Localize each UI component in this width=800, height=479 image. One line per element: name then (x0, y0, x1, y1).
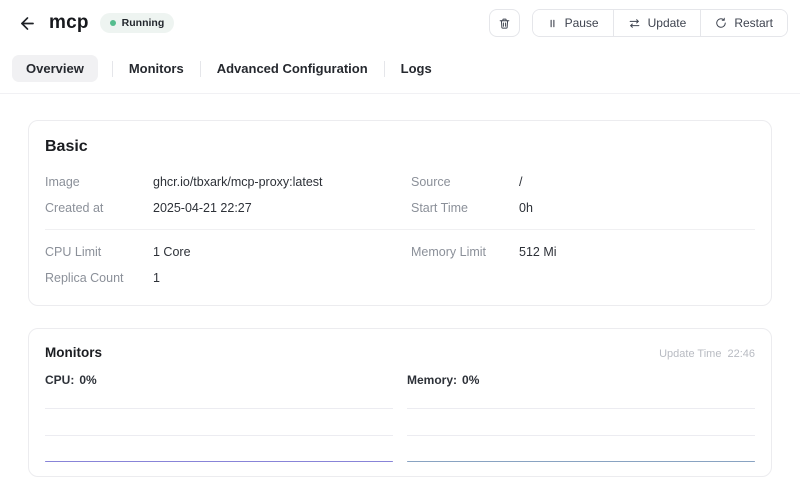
tab-separator (384, 61, 385, 77)
cpu-chart-plot (45, 408, 393, 462)
field-label: Replica Count (45, 271, 153, 285)
pause-button[interactable]: Pause (533, 10, 613, 36)
field-value: 0h (519, 201, 533, 215)
field-row-start-time: Start Time 0h (411, 195, 755, 221)
restart-button[interactable]: Restart (700, 10, 787, 36)
cpu-chart: CPU: 0% (45, 373, 393, 462)
metric-value: 0% (462, 373, 479, 387)
back-button[interactable] (14, 10, 40, 36)
delete-button[interactable] (489, 9, 520, 37)
basic-fields-bottom: CPU Limit 1 Core Replica Count 1 Memory … (45, 239, 755, 291)
field-label: Memory Limit (411, 245, 519, 259)
field-row-created-at: Created at 2025-04-21 22:27 (45, 195, 389, 221)
memory-chart-label: Memory: 0% (407, 373, 755, 387)
gridline (45, 408, 393, 409)
field-value: ghcr.io/tbxark/mcp-proxy:latest (153, 175, 323, 189)
field-label: Source (411, 175, 519, 189)
cpu-data-line (45, 461, 393, 463)
monitor-charts: CPU: 0% Memory: 0% (45, 373, 755, 462)
action-button-group: Pause Update Restart (532, 9, 788, 37)
status-label: Running (122, 17, 165, 29)
tab-advanced-configuration[interactable]: Advanced Configuration (215, 55, 370, 82)
metric-name: Memory: (407, 373, 457, 387)
page-title: mcp (49, 12, 89, 34)
field-label: Image (45, 175, 153, 189)
field-value: 1 (153, 271, 160, 285)
field-row-cpu-limit: CPU Limit 1 Core (45, 239, 389, 265)
update-button[interactable]: Update (613, 10, 701, 36)
field-label: CPU Limit (45, 245, 153, 259)
field-row-source: Source / (411, 169, 755, 195)
update-time-value: 22:46 (727, 348, 755, 360)
gridline (45, 435, 393, 436)
field-value: 512 Mi (519, 245, 557, 259)
cpu-chart-label: CPU: 0% (45, 373, 393, 387)
swap-arrows-icon (628, 17, 641, 30)
back-arrow-icon (18, 14, 37, 33)
tab-monitors[interactable]: Monitors (127, 55, 186, 82)
restart-label: Restart (734, 16, 773, 30)
field-value: / (519, 175, 522, 189)
status-badge: Running (100, 13, 175, 33)
monitors-card: Monitors Update Time 22:46 CPU: 0% (28, 328, 772, 477)
update-time: Update Time 22:46 (659, 348, 755, 360)
pause-icon (547, 18, 558, 29)
basic-card-title: Basic (45, 138, 755, 156)
basic-fields-top: Image ghcr.io/tbxark/mcp-proxy:latest Cr… (45, 169, 755, 221)
page-header: mcp Running Pause Update Restart (14, 8, 788, 38)
field-row-memory-limit: Memory Limit 512 Mi (411, 239, 755, 265)
tab-bar: Overview Monitors Advanced Configuration… (0, 55, 800, 94)
metric-value: 0% (79, 373, 96, 387)
tab-separator (112, 61, 113, 77)
metric-name: CPU: (45, 373, 74, 387)
tab-overview[interactable]: Overview (12, 55, 98, 82)
gridline (407, 408, 755, 409)
page-content: Basic Image ghcr.io/tbxark/mcp-proxy:lat… (0, 94, 800, 477)
status-dot-icon (110, 20, 116, 26)
pause-label: Pause (565, 16, 599, 30)
update-label: Update (648, 16, 687, 30)
field-value: 2025-04-21 22:27 (153, 201, 252, 215)
field-label: Created at (45, 201, 153, 215)
field-row-replica-count: Replica Count 1 (45, 265, 389, 291)
update-time-label: Update Time (659, 348, 721, 360)
tab-separator (200, 61, 201, 77)
basic-card: Basic Image ghcr.io/tbxark/mcp-proxy:lat… (28, 120, 772, 306)
tab-logs[interactable]: Logs (399, 55, 434, 82)
memory-data-line (407, 461, 755, 463)
restart-icon (715, 17, 727, 29)
field-value: 1 Core (153, 245, 191, 259)
card-divider (45, 229, 755, 230)
monitors-header: Monitors Update Time 22:46 (45, 345, 755, 360)
monitors-title: Monitors (45, 345, 102, 360)
trash-icon (498, 17, 511, 30)
field-label: Start Time (411, 201, 519, 215)
memory-chart-plot (407, 408, 755, 462)
memory-chart: Memory: 0% (407, 373, 755, 462)
field-row-image: Image ghcr.io/tbxark/mcp-proxy:latest (45, 169, 389, 195)
gridline (407, 435, 755, 436)
